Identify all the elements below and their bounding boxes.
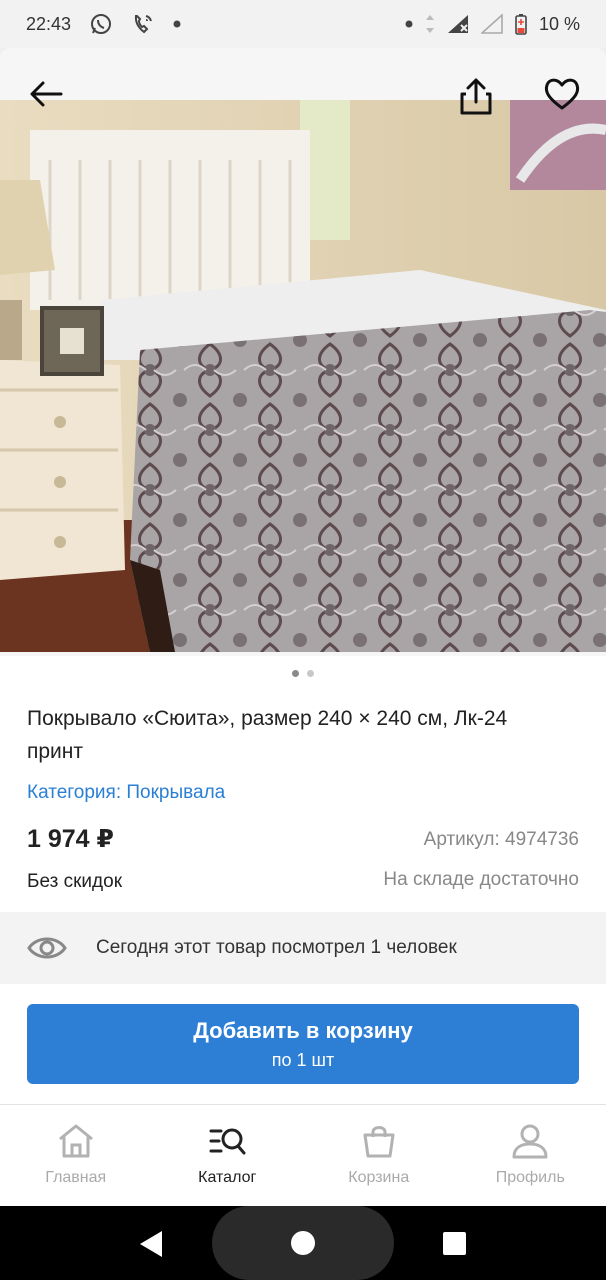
signal-icon: [447, 14, 469, 34]
back-button[interactable]: [22, 70, 70, 118]
product-photo: [0, 100, 606, 652]
signal-empty-icon: [480, 14, 503, 34]
gallery-dot[interactable]: [292, 670, 299, 677]
add-to-cart-button[interactable]: Добавить в корзину по 1 шт: [27, 1004, 579, 1084]
home-icon: [58, 1124, 93, 1158]
discount-status: Без скидок: [27, 871, 122, 892]
recents-square-icon[interactable]: [442, 1231, 467, 1256]
favorite-button[interactable]: [538, 70, 586, 118]
notification-dot-icon: [173, 20, 181, 28]
share-button[interactable]: [452, 72, 500, 120]
data-arrows-icon: [425, 14, 435, 34]
gallery-dot[interactable]: [307, 670, 314, 677]
add-to-cart-quantity: по 1 шт: [271, 1049, 335, 1070]
nav-catalog[interactable]: Каталог: [152, 1105, 304, 1206]
eye-icon: [27, 928, 67, 968]
profile-icon: [512, 1124, 548, 1159]
status-time: 22:43: [26, 13, 72, 34]
nav-cart-label: Корзина: [348, 1169, 410, 1186]
cart-area: Добавить в корзину по 1 шт: [0, 984, 606, 1104]
nav-catalog-label: Каталог: [198, 1169, 257, 1186]
views-banner: Сегодня этот товар посмотрел 1 человек: [0, 912, 606, 984]
nav-cart[interactable]: Корзина: [303, 1105, 455, 1206]
phone-wifi-icon: [131, 12, 155, 36]
product-info: Покрывало «Сюита», размер 240 × 240 см, …: [0, 656, 606, 912]
home-circle-icon[interactable]: [290, 1230, 316, 1256]
product-gallery[interactable]: [0, 48, 606, 656]
stock-status: На складе достаточно: [383, 869, 579, 890]
nav-profile-label: Профиль: [495, 1169, 565, 1186]
nav-profile[interactable]: Профиль: [455, 1105, 606, 1206]
category-link[interactable]: Категория: Покрывала: [27, 782, 225, 804]
nav-home[interactable]: Главная: [0, 1105, 152, 1206]
system-navigation-bar: [0, 1206, 606, 1280]
battery-icon: [515, 13, 527, 35]
status-bar: 22:43 10 %: [0, 0, 606, 48]
views-text: Сегодня этот товар посмотрел 1 человек: [96, 937, 457, 958]
catalog-search-icon: [209, 1128, 246, 1155]
product-sku: Артикул: 4974736: [423, 829, 579, 850]
back-triangle-icon[interactable]: [138, 1230, 164, 1258]
product-title: Покрывало «Сюита», размер 240 × 240 см, …: [27, 707, 508, 763]
gallery-indicator: [0, 670, 606, 677]
status-dot-icon: [405, 20, 413, 28]
nav-home-label: Главная: [45, 1169, 107, 1186]
product-price: 1 974 ₽: [27, 825, 114, 853]
whatsapp-icon: [89, 12, 113, 36]
cart-bag-icon: [363, 1126, 395, 1158]
bottom-nav: Главная Каталог Корзина Профиль: [0, 1104, 606, 1206]
battery-level: 10 %: [538, 13, 580, 34]
add-to-cart-label: Добавить в корзину: [193, 1017, 413, 1043]
